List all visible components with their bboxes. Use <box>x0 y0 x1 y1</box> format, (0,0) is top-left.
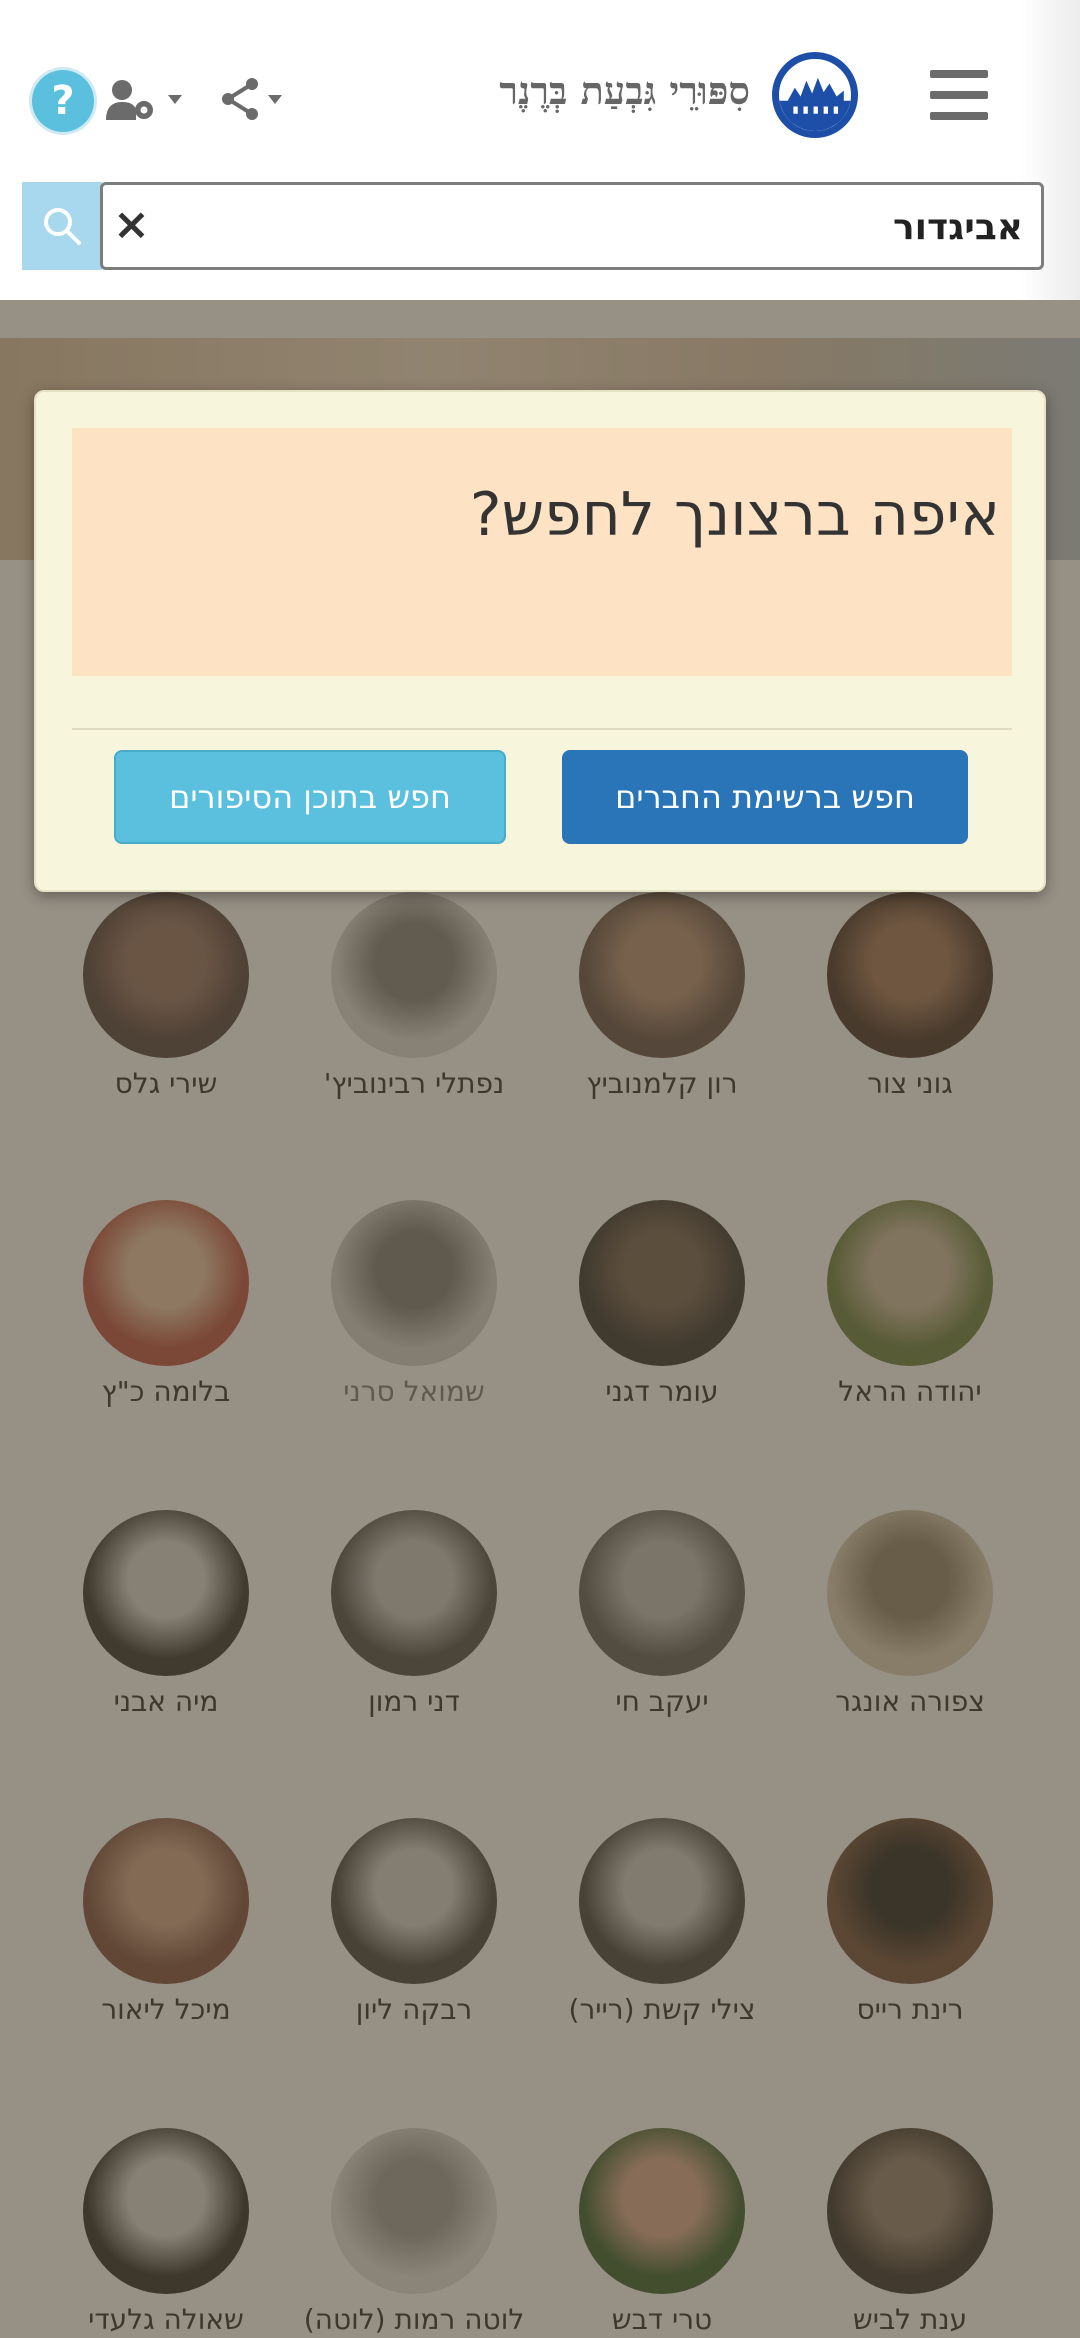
dialog-question: איפה ברצונך לחפש? <box>469 480 1000 550</box>
user-settings-dropdown[interactable] <box>104 78 194 122</box>
site-logo[interactable] <box>772 52 858 138</box>
search-input[interactable]: אביגדור × <box>100 182 1044 270</box>
app-header: סִפּוּרֵי גִּבְעַת בְּרֶנֶר ? אביגדור × <box>0 0 1080 300</box>
clear-search-icon[interactable]: × <box>113 199 150 250</box>
search-icon <box>44 208 81 245</box>
dialog-message-panel <box>72 428 1012 676</box>
share-icon <box>222 78 282 120</box>
search-stories-button[interactable]: חפש בתוכן הסיפורים <box>114 750 506 844</box>
menu-icon[interactable] <box>930 70 988 120</box>
search-scope-dialog: איפה ברצונך לחפש? חפש ברשימת החברים חפש … <box>34 390 1046 892</box>
user-gear-icon <box>106 80 182 120</box>
share-dropdown[interactable] <box>218 78 290 122</box>
logo-icon <box>779 77 851 131</box>
search-button[interactable] <box>22 182 102 270</box>
search-input-value: אביגדור <box>892 207 1023 248</box>
chevron-down-icon <box>268 95 282 104</box>
site-title[interactable]: סִפּוּרֵי גִּבְעַת בְּרֶנֶר <box>420 68 750 114</box>
search-members-button[interactable]: חפש ברשימת החברים <box>562 750 968 844</box>
dialog-divider <box>72 728 1012 730</box>
help-button[interactable]: ? <box>32 70 94 132</box>
